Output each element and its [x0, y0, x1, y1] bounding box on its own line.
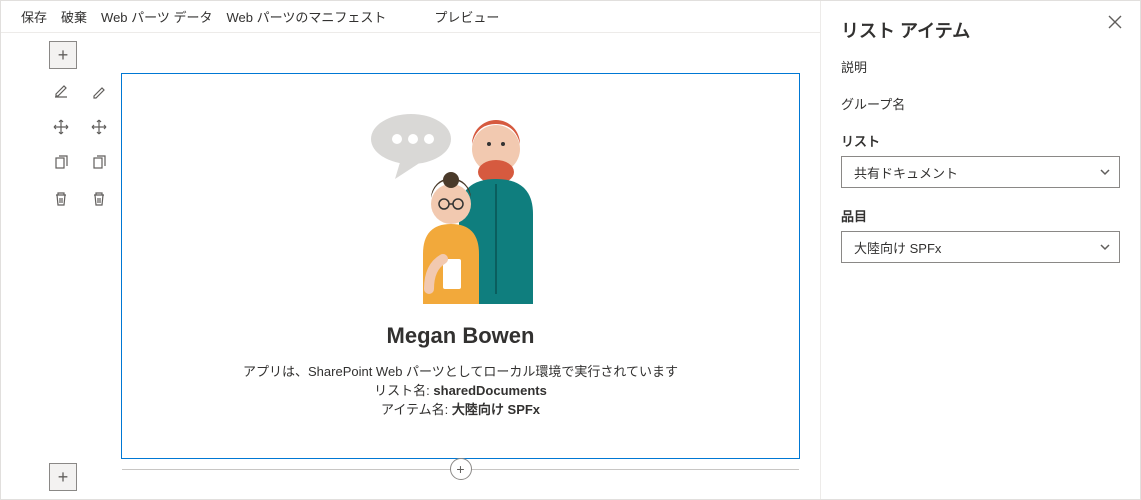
delete-section-button[interactable]: [49, 187, 73, 211]
move-webpart-button[interactable]: [87, 115, 111, 139]
add-section-top-button[interactable]: +: [49, 41, 77, 69]
edit-webpart-button[interactable]: [87, 79, 111, 103]
delete-webpart-button[interactable]: [87, 187, 111, 211]
item-dropdown-value: 大陸向け SPFx: [854, 238, 941, 257]
webpart-title: Megan Bowen: [387, 323, 535, 349]
move-section-button[interactable]: [49, 115, 73, 139]
toolbar-preview[interactable]: プレビュー: [434, 7, 499, 26]
panel-list-label: リスト: [841, 131, 1120, 150]
toolbar-webpart-data[interactable]: Web パーツ データ: [101, 7, 212, 26]
chevron-down-icon: [1099, 241, 1111, 253]
panel-description-label: 説明: [841, 57, 1120, 76]
list-dropdown-value: 共有ドキュメント: [854, 163, 958, 182]
list-dropdown[interactable]: 共有ドキュメント: [841, 156, 1120, 188]
webpart-item-line: アイテム名: 大陸向け SPFx: [381, 399, 540, 418]
edit-section-button[interactable]: [49, 79, 73, 103]
add-webpart-button[interactable]: +: [450, 458, 472, 480]
chevron-down-icon: [1099, 166, 1111, 178]
panel-item-label: 品目: [841, 206, 1120, 225]
webpart-frame[interactable]: Megan Bowen アプリは、SharePoint Web パーツとしてロー…: [121, 73, 800, 459]
toolbar-discard[interactable]: 破棄: [61, 7, 87, 26]
add-section-bottom-button[interactable]: +: [49, 463, 77, 491]
property-panel: リスト アイテム 説明 グループ名 リスト 共有ドキュメント 品目 大陸向け S…: [820, 1, 1140, 499]
webpart-list-line: リスト名: sharedDocuments: [374, 380, 547, 399]
toolbar-webpart-manifest[interactable]: Web パーツのマニフェスト: [227, 7, 387, 26]
close-panel-button[interactable]: [1108, 15, 1122, 32]
toolbar: 保存 破棄 Web パーツ データ Web パーツのマニフェスト プレビュー: [1, 1, 820, 33]
duplicate-webpart-button[interactable]: [87, 151, 111, 175]
toolbar-save[interactable]: 保存: [21, 7, 47, 26]
webpart-subtitle: アプリは、SharePoint Web パーツとしてローカル環境で実行されていま…: [243, 361, 678, 380]
duplicate-section-button[interactable]: [49, 151, 73, 175]
panel-group-label: グループ名: [841, 94, 1120, 113]
panel-title: リスト アイテム: [841, 17, 1120, 43]
item-dropdown[interactable]: 大陸向け SPFx: [841, 231, 1120, 263]
placeholder-illustration: [351, 94, 571, 307]
